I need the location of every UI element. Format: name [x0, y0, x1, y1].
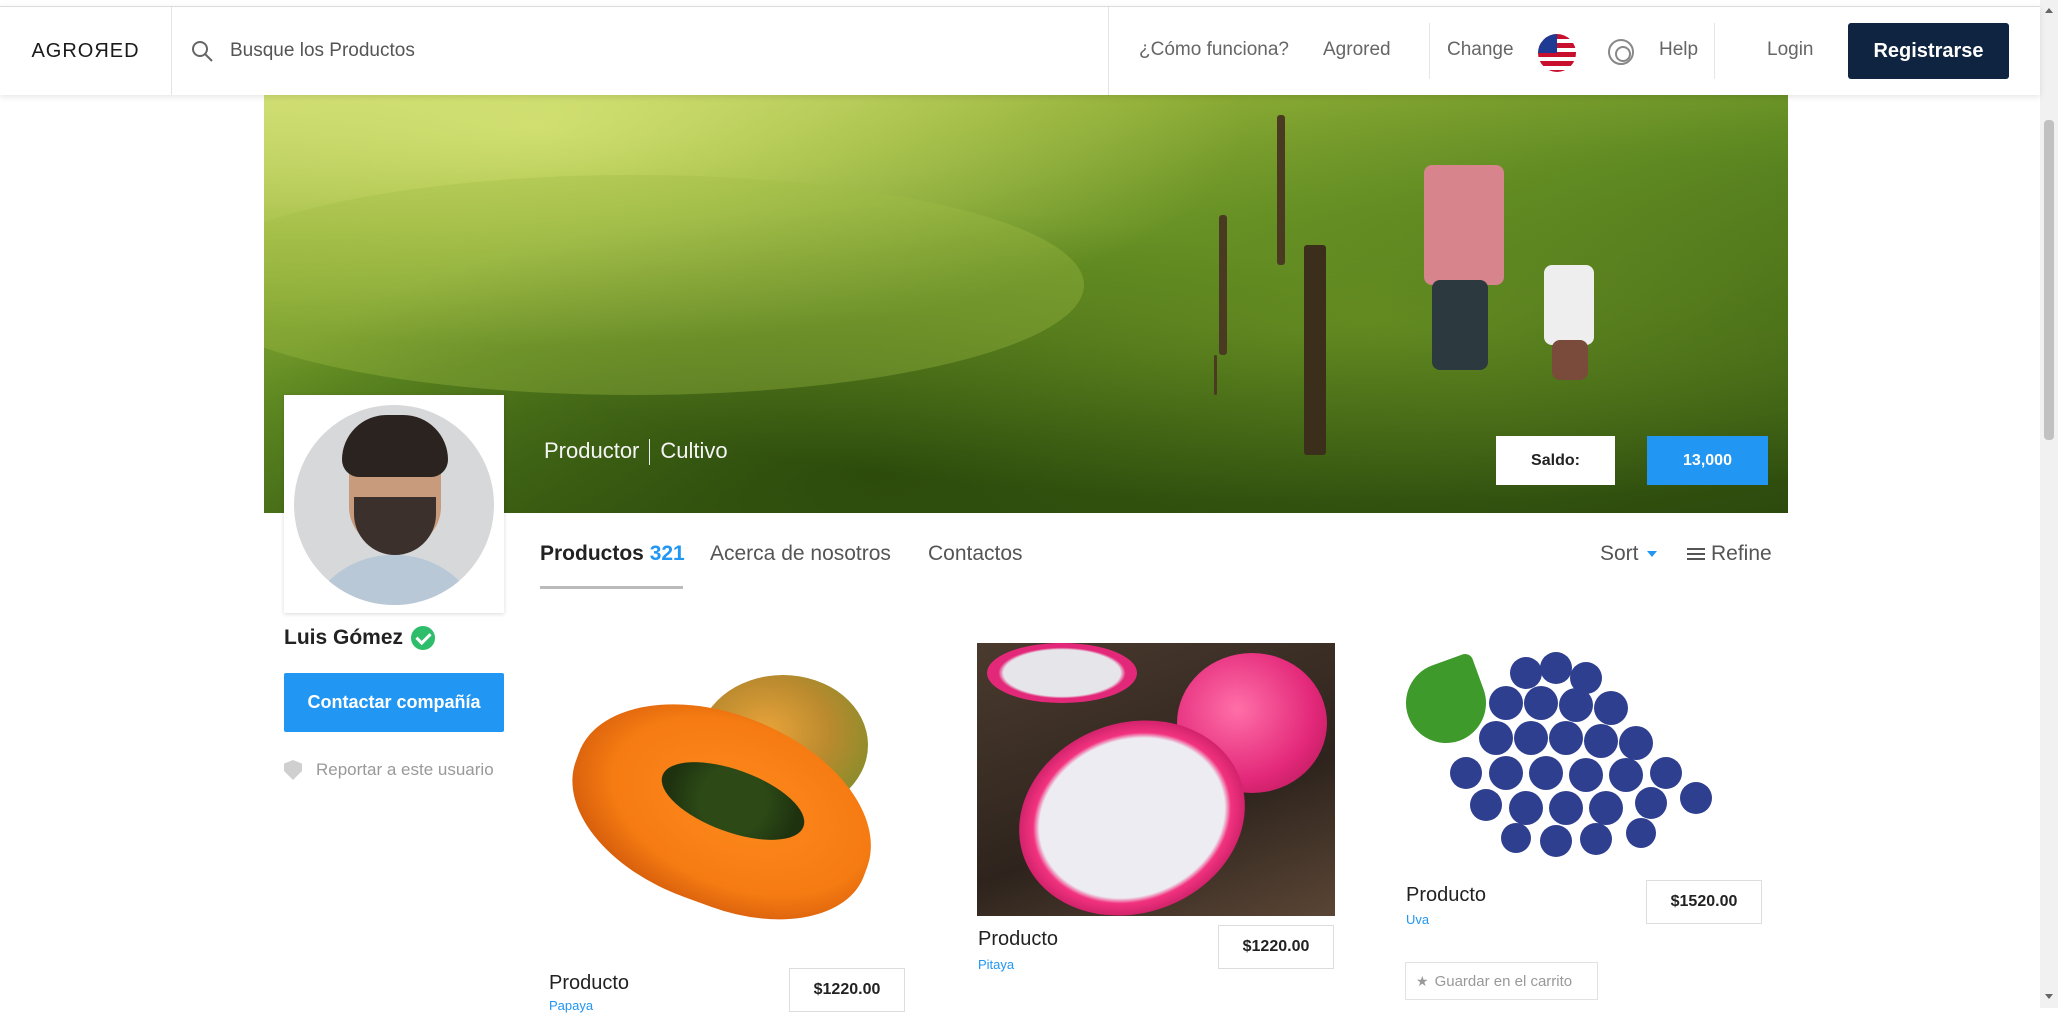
- balance-value: 13,000: [1647, 436, 1768, 485]
- avatar: [294, 405, 494, 605]
- product-image-grapes[interactable]: [1406, 643, 1766, 883]
- product-subtitle: Uva: [1406, 912, 1430, 927]
- star-icon: ★: [1416, 972, 1429, 989]
- help-icon[interactable]: [1608, 39, 1634, 65]
- avatar-shirt: [302, 555, 486, 605]
- scroll-down-arrow-icon[interactable]: [2045, 994, 2053, 999]
- tab-contacts[interactable]: Contactos: [928, 542, 1023, 566]
- verified-check-icon: [411, 626, 436, 650]
- grape-bunch: [1450, 652, 1712, 857]
- product-image-papaya[interactable]: [548, 655, 898, 925]
- refine-label: Refine: [1711, 542, 1772, 565]
- scroll-up-arrow-icon[interactable]: [2045, 8, 2053, 13]
- product-subtitle: Pitaya: [978, 957, 1015, 972]
- register-button[interactable]: Registrarse: [1848, 23, 2009, 79]
- hero-person: [1432, 280, 1488, 370]
- sort-label: Sort: [1600, 542, 1639, 565]
- sliders-icon: [1687, 546, 1705, 562]
- producer-label: Productor Cultivo: [544, 438, 728, 466]
- fence-post: [1219, 215, 1227, 355]
- shield-icon: [284, 760, 302, 780]
- refine-button[interactable]: Refine: [1687, 542, 1772, 566]
- logo[interactable]: AGROЯED: [0, 7, 172, 95]
- save-to-cart-label: Guardar en el carrito: [1434, 972, 1573, 990]
- hero-child: [1552, 340, 1588, 380]
- avatar-hair: [342, 415, 448, 477]
- products-count: 321: [649, 542, 685, 565]
- save-to-cart-button[interactable]: ★ Guardar en el carrito: [1405, 962, 1598, 1000]
- nav-divider: [1429, 23, 1430, 79]
- product-price: $1220.00: [1218, 925, 1334, 969]
- page-scrollbar[interactable]: [2040, 0, 2058, 1008]
- fence-post: [1304, 245, 1326, 455]
- avatar-beard: [354, 497, 436, 555]
- tab-about[interactable]: Acerca de nosotros: [710, 542, 891, 566]
- sort-dropdown[interactable]: Sort: [1600, 542, 1657, 566]
- active-tab-underline: [540, 586, 683, 589]
- search-bar: [190, 7, 890, 95]
- producer-role: Productor: [544, 438, 640, 463]
- product-title[interactable]: Producto: [549, 972, 629, 995]
- help-link[interactable]: Help: [1659, 39, 1698, 61]
- top-navigation: AGROЯED ¿Cómo funciona? Agrored Change H…: [0, 6, 2040, 95]
- nav-divider: [1714, 23, 1715, 79]
- label-divider: [649, 439, 651, 466]
- login-link[interactable]: Login: [1767, 39, 1814, 61]
- fence-post: [1277, 115, 1285, 265]
- product-title[interactable]: Producto: [1406, 884, 1486, 907]
- pitaya-slice: [987, 643, 1137, 703]
- product-price: $1220.00: [789, 968, 905, 1012]
- agrored-link[interactable]: Agrored: [1323, 39, 1391, 61]
- fence-post: [1214, 355, 1217, 395]
- tab-products-label: Productos: [540, 542, 644, 565]
- profile-avatar-card: [284, 395, 504, 613]
- report-user-text: Reportar a este usuario: [316, 760, 494, 779]
- user-name: Luis Gómez: [284, 626, 436, 650]
- user-name-text: Luis Gómez: [284, 626, 404, 649]
- how-it-works-link[interactable]: ¿Cómo funciona?: [1139, 39, 1289, 61]
- caret-down-icon: [1646, 551, 1657, 557]
- product-price: $1520.00: [1646, 880, 1762, 924]
- change-language-link[interactable]: Change: [1447, 39, 1514, 61]
- tab-products[interactable]: Productos 321: [540, 542, 685, 566]
- hero-child: [1544, 265, 1594, 345]
- search-input[interactable]: [228, 39, 828, 63]
- contact-company-button[interactable]: Contactar compañía: [284, 673, 504, 732]
- product-title[interactable]: Producto: [978, 928, 1058, 951]
- balance-label: Saldo:: [1496, 436, 1615, 485]
- product-image-pitaya[interactable]: [977, 643, 1335, 916]
- report-user-link[interactable]: Reportar a este usuario: [284, 760, 494, 780]
- hero-person: [1424, 165, 1504, 285]
- scroll-thumb[interactable]: [2044, 120, 2054, 440]
- us-flag-icon[interactable]: [1538, 34, 1576, 72]
- product-subtitle: Papaya: [549, 998, 594, 1013]
- producer-category: Cultivo: [660, 438, 728, 463]
- search-icon: [192, 41, 213, 62]
- hero-hill: [264, 175, 1084, 395]
